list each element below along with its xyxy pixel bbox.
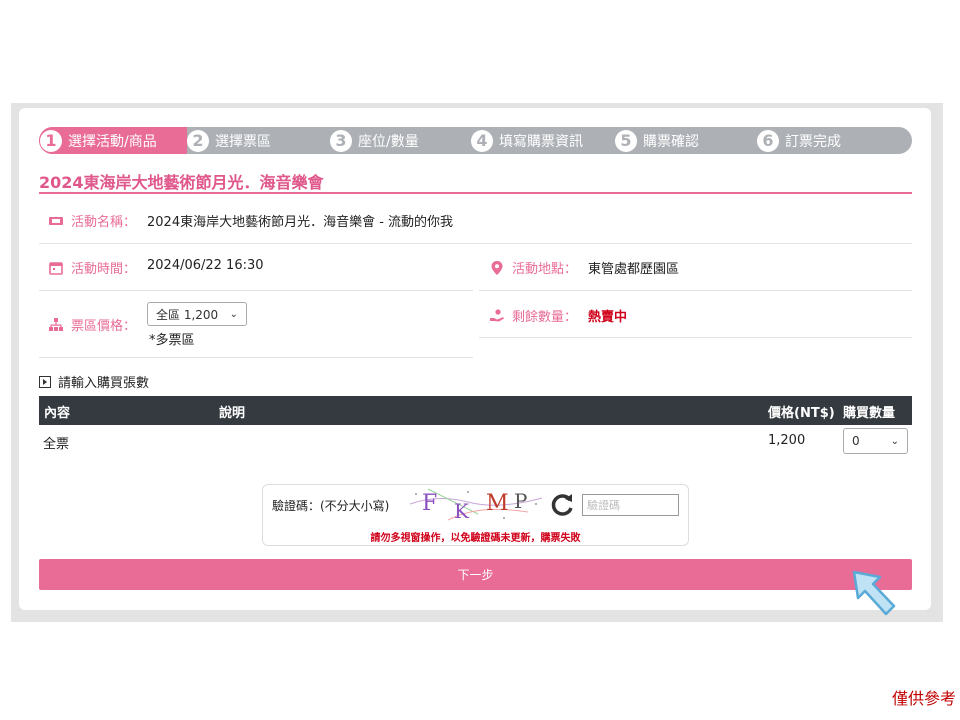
- selected-value: 全區 1,200: [156, 307, 219, 322]
- captcha-image: F K M P: [409, 488, 543, 522]
- header-content: 內容: [44, 406, 71, 421]
- captcha-placeholder: 驗證碼: [587, 499, 620, 512]
- map-pin-icon: [491, 260, 503, 275]
- captcha-char: F: [422, 491, 437, 516]
- event-location-value: 東管處都歷園區: [588, 262, 680, 277]
- calendar-icon: [49, 261, 63, 275]
- quantity-select[interactable]: 0 ⌄: [843, 428, 908, 454]
- price-label: 票區價格：: [49, 315, 136, 334]
- step-number: 4: [471, 129, 493, 152]
- step-label: 選擇活動/商品: [68, 133, 157, 150]
- step-number: 1: [40, 129, 62, 152]
- sitemap-icon: [49, 317, 63, 331]
- event-location-label: 活動地點：: [490, 258, 577, 277]
- step-number: 5: [615, 129, 637, 152]
- step-1: 1 選擇活動/商品: [40, 127, 157, 154]
- step-number: 6: [757, 129, 779, 152]
- selected-value: 0: [852, 434, 860, 448]
- step-6: 6 訂票完成: [757, 127, 841, 154]
- refresh-icon[interactable]: [548, 491, 576, 519]
- captcha-input[interactable]: 驗證碼: [582, 494, 679, 516]
- step-4: 4 填寫購票資訊: [471, 127, 583, 154]
- event-name-label: 活動名稱：: [49, 211, 136, 230]
- event-title: 2024東海岸大地藝術節月光．海音樂會: [39, 173, 324, 192]
- captcha-char: M: [486, 491, 509, 516]
- divider: [39, 243, 912, 244]
- pointer-arrow-icon: [852, 570, 896, 616]
- divider: [39, 290, 473, 291]
- quantity-section-title: 請輸入購買張數: [39, 372, 149, 391]
- captcha-char: P: [514, 489, 527, 513]
- event-time-value: 2024/06/22 16:30: [147, 258, 264, 273]
- captcha-char: K: [454, 499, 470, 522]
- price-zone-select[interactable]: 全區 1,200 ⌄: [147, 302, 247, 326]
- remaining-label: 剩餘數量：: [490, 306, 577, 325]
- divider: [39, 357, 473, 358]
- next-button-label: 下一步: [457, 568, 494, 582]
- chevron-down-icon: ⌄: [229, 308, 238, 320]
- ticket-table-header: 內容 說明 價格(NT$) 購買數量: [39, 396, 912, 425]
- step-number: 3: [330, 129, 352, 152]
- remaining-value: 熱賣中: [588, 310, 628, 325]
- captcha-label: 驗證碼：(不分大小寫): [272, 499, 390, 513]
- ticket-icon: [49, 216, 63, 225]
- step-5: 5 購票確認: [615, 127, 699, 154]
- label-text: 活動名稱：: [71, 215, 137, 230]
- hand-holding-icon: [490, 308, 504, 321]
- divider: [479, 290, 912, 291]
- step-label: 購票確認: [643, 133, 699, 150]
- label-text: 活動地點：: [512, 262, 578, 277]
- captcha-warning: 請勿多視窗操作，以免驗證碼未更新，購票失敗: [370, 533, 581, 544]
- price-note: *多票區: [149, 333, 195, 348]
- step-label: 選擇票區: [215, 133, 271, 150]
- header-description: 說明: [219, 406, 246, 421]
- step-2: 2 選擇票區: [187, 127, 271, 154]
- ticket-price: 1,200: [768, 433, 806, 448]
- next-button[interactable]: 下一步: [39, 559, 912, 590]
- disclaimer-text: 僅供參考: [891, 689, 956, 708]
- progress-steps: 1 選擇活動/商品 2 選擇票區 3 座位/數量 4 填寫購票資訊 5 購票確認…: [39, 127, 912, 154]
- step-3: 3 座位/數量: [330, 127, 419, 154]
- label-text: 剩餘數量：: [512, 310, 578, 325]
- ticket-type: 全票: [43, 437, 70, 452]
- chevron-down-icon: ⌄: [890, 435, 899, 447]
- divider: [479, 337, 912, 338]
- step-label: 訂票完成: [785, 133, 841, 150]
- step-number: 2: [187, 129, 209, 152]
- header-quantity: 購買數量: [843, 406, 896, 421]
- play-square-icon: [39, 375, 51, 388]
- event-name-value: 2024東海岸大地藝術節月光．海音樂會 - 流動的你我: [147, 215, 454, 230]
- step-label: 座位/數量: [358, 133, 419, 150]
- section-title-text: 請輸入購買張數: [58, 376, 150, 391]
- title-divider: [39, 192, 912, 194]
- label-text: 票區價格：: [71, 319, 137, 334]
- step-label: 填寫購票資訊: [499, 133, 583, 150]
- header-price: 價格(NT$): [768, 406, 835, 421]
- label-text: 活動時間：: [71, 262, 137, 277]
- event-time-label: 活動時間：: [49, 258, 136, 277]
